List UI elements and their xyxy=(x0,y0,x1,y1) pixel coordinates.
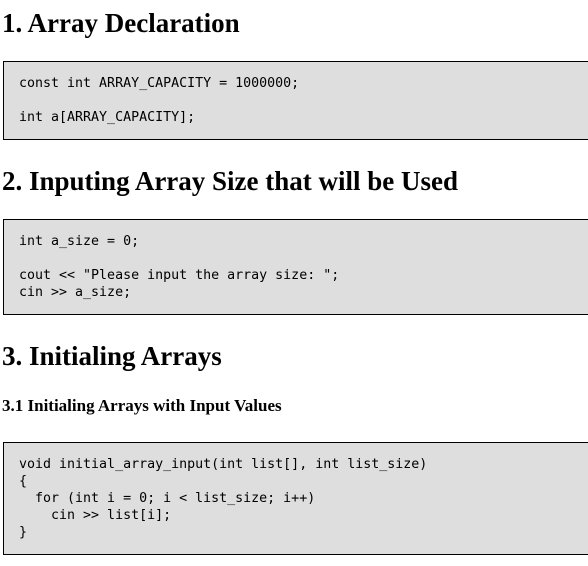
code-line: void initial_array_input(int list[], int… xyxy=(19,457,428,472)
code-line: cout << "Please input the array size: "; xyxy=(19,268,340,283)
document-page: 1. Array Declaration const int ARRAY_CAP… xyxy=(0,0,588,566)
code-line: { xyxy=(19,474,28,489)
code-block-inputing-array-size: int a_size = 0; cout << "Please input the… xyxy=(3,219,588,315)
code-line: int a_size = 0; xyxy=(19,234,140,249)
code-line: const int ARRAY_CAPACITY = 1000000; xyxy=(19,76,300,91)
code-line: for (int i = 0; i < list_size; i++) xyxy=(19,491,316,506)
section-heading-inputing-array-size: 2. Inputing Array Size that will be Used xyxy=(2,166,459,196)
subsection-heading-initialing-arrays-with-input-values: 3.1 Initialing Arrays with Input Values xyxy=(2,396,282,415)
code-block-initial-array-input: void initial_array_input(int list[], int… xyxy=(3,442,588,555)
code-line: int a[ARRAY_CAPACITY]; xyxy=(19,110,196,125)
code-block-array-declaration: const int ARRAY_CAPACITY = 1000000; int a… xyxy=(3,61,588,140)
section-heading-array-declaration: 1. Array Declaration xyxy=(2,8,240,38)
section-heading-initialing-arrays: 3. Initialing Arrays xyxy=(2,341,222,371)
code-line: cin >> list[i]; xyxy=(19,508,172,523)
code-line: cin >> a_size; xyxy=(19,285,132,300)
code-line: } xyxy=(19,525,28,540)
